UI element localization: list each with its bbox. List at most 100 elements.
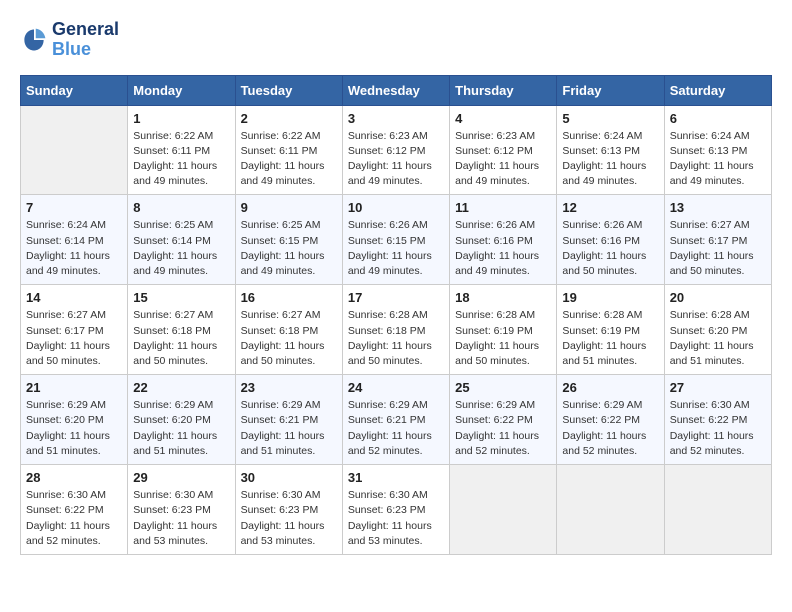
weekday-header: Tuesday [235,75,342,105]
day-number: 20 [670,290,766,305]
day-number: 26 [562,380,658,395]
page-header: General Blue [20,20,772,60]
calendar-cell: 19 Sunrise: 6:28 AMSunset: 6:19 PMDayligh… [557,285,664,375]
day-number: 18 [455,290,551,305]
day-number: 21 [26,380,122,395]
calendar-cell: 22 Sunrise: 6:29 AMSunset: 6:20 PMDayligh… [128,375,235,465]
calendar-cell: 21 Sunrise: 6:29 AMSunset: 6:20 PMDayligh… [21,375,128,465]
weekday-header: Thursday [450,75,557,105]
day-detail: Sunrise: 6:24 AMSunset: 6:14 PMDaylight:… [26,218,122,279]
calendar-cell: 7 Sunrise: 6:24 AMSunset: 6:14 PMDaylight… [21,195,128,285]
weekday-header-row: SundayMondayTuesdayWednesdayThursdayFrid… [21,75,772,105]
weekday-header: Wednesday [342,75,449,105]
day-detail: Sunrise: 6:28 AMSunset: 6:18 PMDaylight:… [348,308,444,369]
calendar-cell: 2 Sunrise: 6:22 AMSunset: 6:11 PMDaylight… [235,105,342,195]
day-detail: Sunrise: 6:27 AMSunset: 6:18 PMDaylight:… [133,308,229,369]
day-detail: Sunrise: 6:27 AMSunset: 6:18 PMDaylight:… [241,308,337,369]
calendar-cell: 29 Sunrise: 6:30 AMSunset: 6:23 PMDayligh… [128,465,235,555]
day-detail: Sunrise: 6:24 AMSunset: 6:13 PMDaylight:… [562,129,658,190]
day-detail: Sunrise: 6:30 AMSunset: 6:23 PMDaylight:… [133,488,229,549]
day-detail: Sunrise: 6:22 AMSunset: 6:11 PMDaylight:… [133,129,229,190]
day-detail: Sunrise: 6:26 AMSunset: 6:16 PMDaylight:… [455,218,551,279]
calendar-cell: 23 Sunrise: 6:29 AMSunset: 6:21 PMDayligh… [235,375,342,465]
day-number: 23 [241,380,337,395]
day-detail: Sunrise: 6:22 AMSunset: 6:11 PMDaylight:… [241,129,337,190]
day-number: 6 [670,111,766,126]
day-number: 25 [455,380,551,395]
day-detail: Sunrise: 6:29 AMSunset: 6:22 PMDaylight:… [562,398,658,459]
calendar-week-row: 21 Sunrise: 6:29 AMSunset: 6:20 PMDayligh… [21,375,772,465]
day-detail: Sunrise: 6:29 AMSunset: 6:22 PMDaylight:… [455,398,551,459]
day-detail: Sunrise: 6:25 AMSunset: 6:14 PMDaylight:… [133,218,229,279]
day-detail: Sunrise: 6:28 AMSunset: 6:19 PMDaylight:… [455,308,551,369]
calendar-cell [557,465,664,555]
calendar-cell [21,105,128,195]
day-detail: Sunrise: 6:28 AMSunset: 6:19 PMDaylight:… [562,308,658,369]
day-number: 30 [241,470,337,485]
calendar-cell: 27Sunrise: 6:30 AMSunset: 6:22 PMDayligh… [664,375,771,465]
day-number: 14 [26,290,122,305]
calendar-cell: 15 Sunrise: 6:27 AMSunset: 6:18 PMDayligh… [128,285,235,375]
day-number: 2 [241,111,337,126]
day-number: 9 [241,200,337,215]
weekday-header: Monday [128,75,235,105]
day-detail: Sunrise: 6:26 AMSunset: 6:15 PMDaylight:… [348,218,444,279]
day-number: 17 [348,290,444,305]
day-number: 1 [133,111,229,126]
day-detail: Sunrise: 6:29 AMSunset: 6:21 PMDaylight:… [241,398,337,459]
day-detail: Sunrise: 6:29 AMSunset: 6:20 PMDaylight:… [26,398,122,459]
day-detail: Sunrise: 6:30 AMSunset: 6:23 PMDaylight:… [348,488,444,549]
calendar-cell: 8 Sunrise: 6:25 AMSunset: 6:14 PMDaylight… [128,195,235,285]
day-detail: Sunrise: 6:28 AMSunset: 6:20 PMDaylight:… [670,308,766,369]
calendar-cell [664,465,771,555]
day-number: 12 [562,200,658,215]
day-number: 15 [133,290,229,305]
day-detail: Sunrise: 6:23 AMSunset: 6:12 PMDaylight:… [455,129,551,190]
calendar-cell: 28 Sunrise: 6:30 AMSunset: 6:22 PMDayligh… [21,465,128,555]
calendar-cell: 30 Sunrise: 6:30 AMSunset: 6:23 PMDayligh… [235,465,342,555]
logo: General Blue [20,20,119,60]
calendar-cell: 17 Sunrise: 6:28 AMSunset: 6:18 PMDayligh… [342,285,449,375]
day-number: 29 [133,470,229,485]
day-number: 11 [455,200,551,215]
day-detail: Sunrise: 6:25 AMSunset: 6:15 PMDaylight:… [241,218,337,279]
day-detail: Sunrise: 6:24 AMSunset: 6:13 PMDaylight:… [670,129,766,190]
calendar-cell: 31 Sunrise: 6:30 AMSunset: 6:23 PMDayligh… [342,465,449,555]
calendar-cell: 24Sunrise: 6:29 AMSunset: 6:21 PMDayligh… [342,375,449,465]
day-number: 7 [26,200,122,215]
calendar-cell: 1 Sunrise: 6:22 AMSunset: 6:11 PMDaylight… [128,105,235,195]
calendar-cell: 11 Sunrise: 6:26 AMSunset: 6:16 PMDayligh… [450,195,557,285]
day-number: 16 [241,290,337,305]
calendar-week-row: 1 Sunrise: 6:22 AMSunset: 6:11 PMDaylight… [21,105,772,195]
day-number: 13 [670,200,766,215]
day-number: 4 [455,111,551,126]
calendar-cell: 20 Sunrise: 6:28 AMSunset: 6:20 PMDayligh… [664,285,771,375]
day-number: 31 [348,470,444,485]
day-number: 19 [562,290,658,305]
calendar-cell: 6 Sunrise: 6:24 AMSunset: 6:13 PMDaylight… [664,105,771,195]
day-detail: Sunrise: 6:26 AMSunset: 6:16 PMDaylight:… [562,218,658,279]
day-number: 10 [348,200,444,215]
calendar-cell [450,465,557,555]
calendar-cell: 4 Sunrise: 6:23 AMSunset: 6:12 PMDaylight… [450,105,557,195]
weekday-header: Sunday [21,75,128,105]
day-number: 28 [26,470,122,485]
day-detail: Sunrise: 6:30 AMSunset: 6:23 PMDaylight:… [241,488,337,549]
logo-icon [20,26,48,54]
day-detail: Sunrise: 6:29 AMSunset: 6:21 PMDaylight:… [348,398,444,459]
calendar-week-row: 14Sunrise: 6:27 AMSunset: 6:17 PMDayligh… [21,285,772,375]
calendar-cell: 18 Sunrise: 6:28 AMSunset: 6:19 PMDayligh… [450,285,557,375]
day-number: 8 [133,200,229,215]
day-detail: Sunrise: 6:29 AMSunset: 6:20 PMDaylight:… [133,398,229,459]
day-detail: Sunrise: 6:30 AMSunset: 6:22 PMDaylight:… [26,488,122,549]
calendar-cell: 10 Sunrise: 6:26 AMSunset: 6:15 PMDayligh… [342,195,449,285]
weekday-header: Friday [557,75,664,105]
day-number: 22 [133,380,229,395]
day-detail: Sunrise: 6:23 AMSunset: 6:12 PMDaylight:… [348,129,444,190]
day-number: 3 [348,111,444,126]
calendar-week-row: 28 Sunrise: 6:30 AMSunset: 6:22 PMDayligh… [21,465,772,555]
calendar-cell: 3 Sunrise: 6:23 AMSunset: 6:12 PMDaylight… [342,105,449,195]
calendar-cell: 13Sunrise: 6:27 AMSunset: 6:17 PMDayligh… [664,195,771,285]
calendar-cell: 25 Sunrise: 6:29 AMSunset: 6:22 PMDayligh… [450,375,557,465]
calendar-cell: 16 Sunrise: 6:27 AMSunset: 6:18 PMDayligh… [235,285,342,375]
